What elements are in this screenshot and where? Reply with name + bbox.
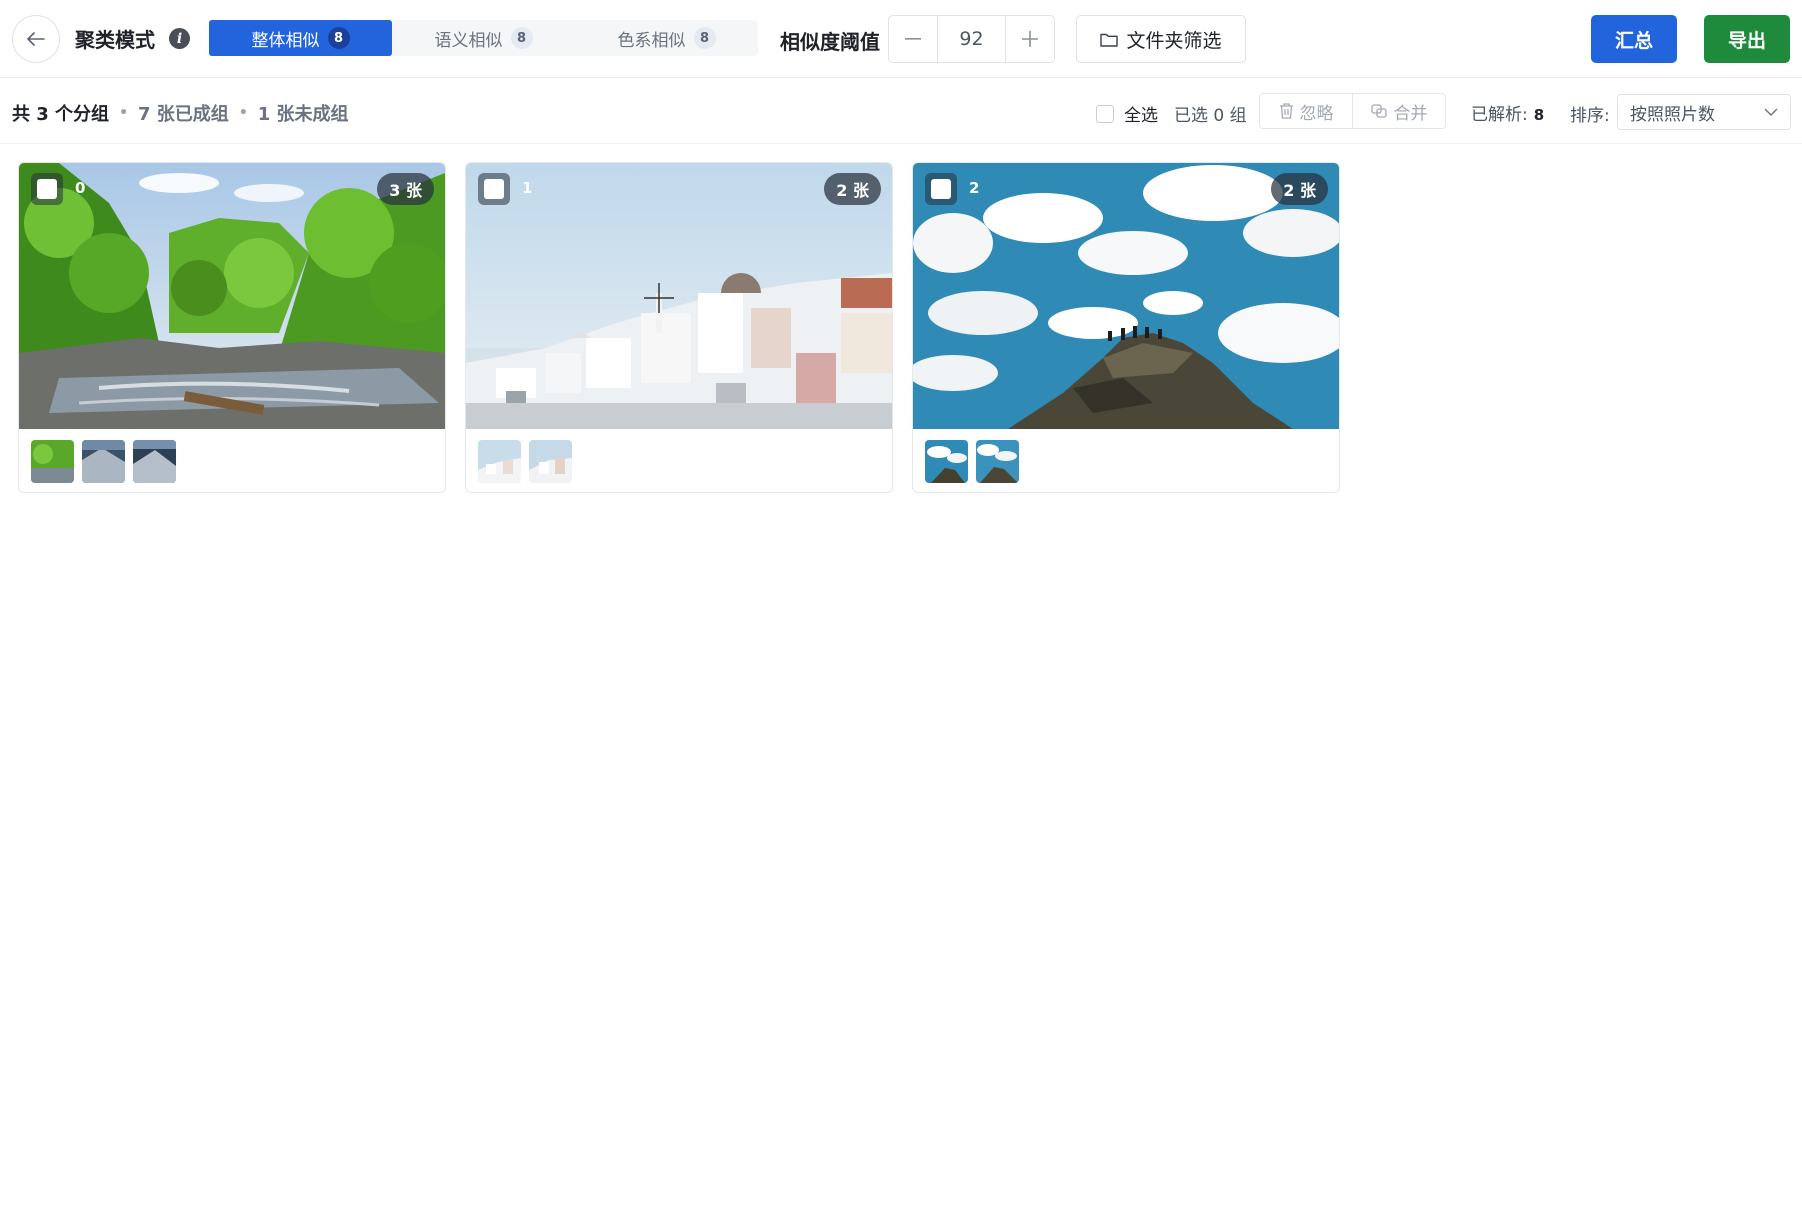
group-count-badge: 2 张 xyxy=(824,173,881,205)
group-thumbnails xyxy=(31,440,176,483)
info-icon[interactable]: i xyxy=(169,28,190,49)
ignore-label: 忽略 xyxy=(1299,103,1334,124)
tab-semantic-similar[interactable]: 语义相似 8 xyxy=(392,20,575,56)
tab-label: 整体相似 xyxy=(251,30,320,51)
tab-count-badge: 8 xyxy=(510,27,533,49)
selected-count: 已选 0 组 xyxy=(1174,106,1247,126)
minus-icon xyxy=(905,38,921,40)
group-checkbox[interactable] xyxy=(925,173,957,205)
group-index: 0 xyxy=(75,179,86,197)
select-all-label: 全选 xyxy=(1124,106,1158,126)
trash-icon xyxy=(1279,103,1293,119)
thumbnail[interactable] xyxy=(82,440,125,483)
thumbnail[interactable] xyxy=(478,440,521,483)
plus-icon xyxy=(1022,31,1038,47)
tab-label: 色系相似 xyxy=(617,30,686,51)
group-checkbox[interactable] xyxy=(31,173,63,205)
summary-button[interactable]: 汇总 xyxy=(1591,15,1677,63)
sort-label: 排序: xyxy=(1570,106,1610,126)
folder-filter-label: 文件夹筛选 xyxy=(1126,29,1222,52)
back-button[interactable] xyxy=(12,15,60,63)
increment-button[interactable] xyxy=(1006,16,1054,62)
merge-button[interactable]: 合并 xyxy=(1352,94,1445,128)
group-summary: 共 3 个分组 • 7 张已成组 • 1 张未成组 xyxy=(12,100,349,126)
tab-count-badge: 8 xyxy=(327,27,350,49)
select-all-checkbox[interactable] xyxy=(1096,104,1114,123)
tab-label: 语义相似 xyxy=(434,30,503,51)
group-cover-image[interactable]: 0 3 张 xyxy=(19,163,445,429)
parsed-label: 已解析: xyxy=(1471,105,1528,125)
thumbnail[interactable] xyxy=(976,440,1019,483)
chevron-down-icon xyxy=(1764,108,1778,116)
threshold-value[interactable]: 92 xyxy=(937,16,1006,62)
group-total: 共 3 个分组 xyxy=(12,104,110,125)
parsed-status: 已解析: 8 xyxy=(1471,100,1544,125)
group-thumbnails xyxy=(925,440,1019,483)
decrement-button[interactable] xyxy=(889,16,937,62)
threshold-label: 相似度阈值 xyxy=(780,30,880,54)
group-card[interactable]: 0 3 张 xyxy=(18,162,446,493)
group-toolbar: 共 3 个分组 • 7 张已成组 • 1 张未成组 全选 已选 0 组 忽略 合… xyxy=(0,79,1802,144)
ignore-button[interactable]: 忽略 xyxy=(1260,94,1352,128)
export-button[interactable]: 导出 xyxy=(1704,15,1790,63)
sort-select[interactable]: 按照照片数 xyxy=(1617,94,1791,130)
tab-count-badge: 8 xyxy=(693,27,716,49)
group-cover-image[interactable]: 2 2 张 xyxy=(913,163,1339,429)
grouped-count: 7 张已成组 xyxy=(138,104,229,125)
thumbnail[interactable] xyxy=(133,440,176,483)
group-grid: 0 3 张 1 2 张 2 2 张 xyxy=(18,162,1340,493)
group-index: 1 xyxy=(522,179,533,197)
tab-overall-similar[interactable]: 整体相似 8 xyxy=(209,20,392,56)
merge-label: 合并 xyxy=(1393,103,1428,124)
group-card[interactable]: 1 2 张 xyxy=(465,162,893,493)
group-count-badge: 2 张 xyxy=(1271,173,1328,205)
group-count-badge: 3 张 xyxy=(377,173,434,205)
arrow-left-icon xyxy=(27,32,45,46)
threshold-stepper: 92 xyxy=(888,15,1055,63)
merge-icon xyxy=(1370,103,1387,118)
ungrouped-count: 1 张未成组 xyxy=(257,104,349,125)
group-thumbnails xyxy=(478,440,572,483)
top-toolbar: 聚类模式 i 整体相似 8 语义相似 8 色系相似 8 相似度阈值 92 文件夹… xyxy=(0,0,1802,78)
group-checkbox[interactable] xyxy=(478,173,510,205)
tab-color-similar[interactable]: 色系相似 8 xyxy=(575,20,758,56)
thumbnail[interactable] xyxy=(529,440,572,483)
group-card[interactable]: 2 2 张 xyxy=(912,162,1340,493)
thumbnail[interactable] xyxy=(31,440,74,483)
batch-actions: 忽略 合并 xyxy=(1259,93,1446,129)
page-title: 聚类模式 xyxy=(75,28,155,52)
mode-tabs: 整体相似 8 语义相似 8 色系相似 8 xyxy=(209,20,758,56)
sort-value: 按照照片数 xyxy=(1630,104,1715,125)
group-index: 2 xyxy=(969,179,980,197)
thumbnail[interactable] xyxy=(925,440,968,483)
folder-filter-button[interactable]: 文件夹筛选 xyxy=(1076,15,1246,63)
folder-icon xyxy=(1100,33,1119,47)
separator-dot: • xyxy=(119,105,129,121)
select-all[interactable]: 全选 xyxy=(1096,101,1158,126)
separator-dot: • xyxy=(238,105,248,121)
group-cover-image[interactable]: 1 2 张 xyxy=(466,163,892,429)
parsed-count: 8 xyxy=(1533,106,1545,124)
